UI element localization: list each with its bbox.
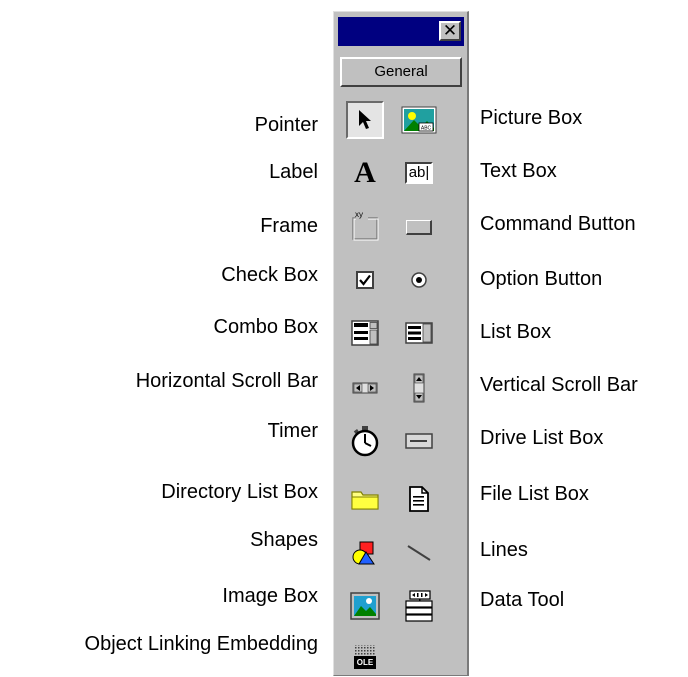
toolbox-window: ✕ General ABC A ab| xy OLE	[333, 11, 469, 676]
file-list-box-tool[interactable]	[400, 480, 438, 518]
picture-box-icon: ABC	[401, 106, 437, 134]
vertical-scroll-bar-tool[interactable]	[400, 369, 438, 407]
label-horizontal-scroll-bar: Horizontal Scroll Bar	[135, 370, 318, 392]
label-timer: Timer	[267, 420, 318, 442]
svg-text:ABC: ABC	[421, 126, 432, 132]
label-option-button: Option Button	[480, 268, 603, 290]
pointer-tool[interactable]	[346, 101, 384, 139]
combo-box-icon	[351, 320, 379, 346]
check-box-tool[interactable]	[346, 261, 384, 299]
label-command-button: Command Button	[480, 213, 636, 235]
combo-box-tool[interactable]	[346, 314, 384, 352]
list-box-tool[interactable]	[400, 314, 438, 352]
list-box-icon	[405, 322, 433, 344]
folder-icon	[351, 491, 379, 510]
option-button-icon	[411, 272, 427, 288]
check-box-icon	[356, 271, 374, 289]
text-box-icon: ab|	[405, 162, 433, 184]
pointer-icon	[359, 110, 371, 129]
label-icon: A	[354, 156, 376, 189]
drive-list-box-tool[interactable]	[400, 422, 438, 460]
label-drive-list-box: Drive List Box	[480, 427, 604, 449]
label-image-box: Image Box	[222, 585, 318, 607]
label-file-list-box: File List Box	[480, 483, 589, 505]
shapes-tool[interactable]	[346, 534, 384, 572]
label-check-box: Check Box	[221, 264, 318, 286]
data-tool[interactable]	[400, 587, 438, 625]
label-label: Label	[269, 161, 318, 183]
label-text-box: Text Box	[480, 160, 557, 182]
close-icon: ✕	[442, 21, 458, 40]
toolbox-title-bar[interactable]: ✕	[338, 17, 464, 46]
lines-tool[interactable]	[400, 534, 438, 572]
command-button-tool[interactable]	[400, 208, 438, 246]
file-icon	[409, 486, 429, 512]
directory-list-box-tool[interactable]	[346, 480, 384, 518]
line-icon	[407, 545, 431, 561]
horizontal-scroll-bar-tool[interactable]	[346, 369, 384, 407]
label-frame: Frame	[260, 215, 318, 237]
vertical-scroll-bar-icon	[413, 373, 425, 403]
command-button-icon	[406, 219, 432, 235]
timer-tool[interactable]	[346, 422, 384, 460]
ole-tool[interactable]: OLE	[346, 638, 384, 676]
frame-icon-caption: xy	[355, 210, 363, 219]
picture-box-tool[interactable]: ABC	[400, 101, 438, 139]
label-pointer: Pointer	[254, 114, 318, 136]
ole-icon-caption: OLE	[356, 658, 374, 667]
drive-icon	[405, 433, 433, 449]
label-vertical-scroll-bar: Vertical Scroll Bar	[480, 374, 638, 396]
label-picture-box: Picture Box	[480, 107, 583, 129]
label-tool[interactable]: A	[346, 154, 384, 192]
horizontal-scroll-bar-icon	[352, 382, 378, 394]
frame-tool[interactable]: xy	[346, 208, 384, 246]
label-directory-list-box: Directory List Box	[161, 481, 318, 503]
label-ole: Object Linking Embedding	[84, 633, 318, 655]
label-lines: Lines	[480, 539, 528, 561]
shapes-icon	[352, 541, 375, 565]
stopwatch-icon	[351, 426, 379, 457]
data-control-icon	[405, 590, 433, 622]
image-box-tool[interactable]	[346, 587, 384, 625]
tab-general[interactable]: General	[340, 57, 462, 87]
option-button-tool[interactable]	[400, 261, 438, 299]
label-combo-box: Combo Box	[213, 316, 319, 338]
image-icon	[350, 592, 380, 620]
close-button[interactable]: ✕	[439, 21, 461, 41]
text-box-tool[interactable]: ab|	[400, 154, 438, 192]
label-shapes: Shapes	[250, 529, 318, 551]
label-data-tool: Data Tool	[480, 589, 565, 611]
label-list-box: List Box	[480, 321, 552, 343]
